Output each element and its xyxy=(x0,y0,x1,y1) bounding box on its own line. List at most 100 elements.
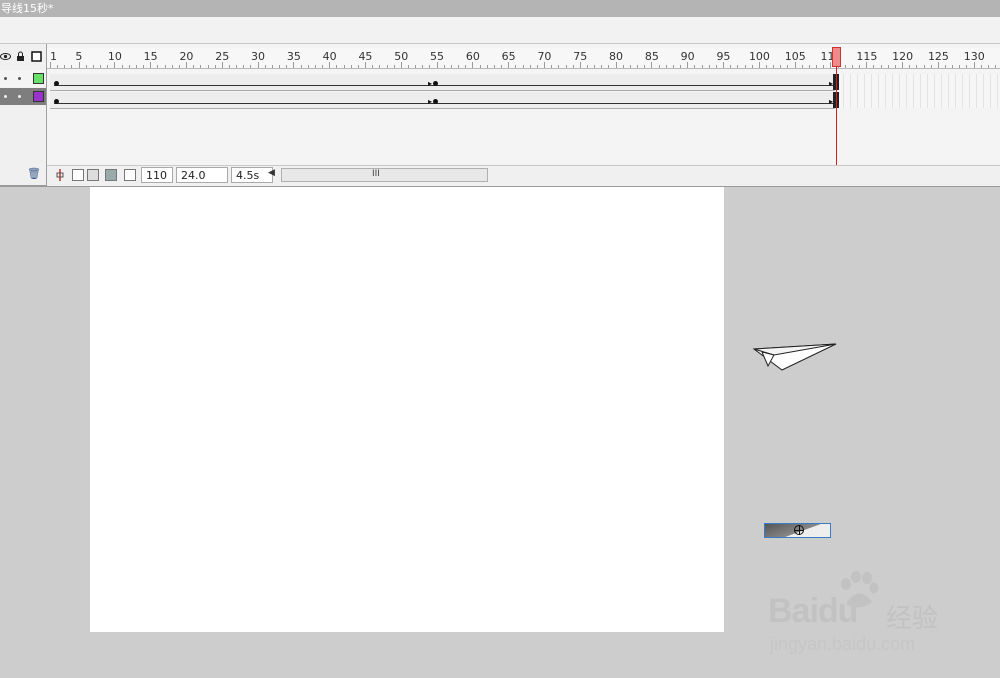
ruler-tick xyxy=(422,65,424,68)
ruler-tick xyxy=(501,65,503,68)
layer-row-plane[interactable] xyxy=(0,88,46,105)
ruler-label: 1 xyxy=(50,50,57,63)
ruler-tick xyxy=(644,65,646,68)
ruler-tick xyxy=(458,65,460,68)
ruler-tick xyxy=(701,65,703,68)
ruler-tick xyxy=(493,65,495,68)
ruler-tick xyxy=(408,65,409,68)
onion-outline-icon[interactable] xyxy=(87,169,99,181)
ruler-tick xyxy=(787,65,789,68)
toolbar-strip xyxy=(0,17,1000,44)
ruler-tick xyxy=(515,65,517,68)
playhead-line xyxy=(836,66,837,165)
ruler-label: 30 xyxy=(251,50,266,63)
ruler-tick xyxy=(629,65,631,68)
ruler-tick xyxy=(71,65,73,68)
empty-frames-grid[interactable] xyxy=(837,74,1000,108)
ruler-tick xyxy=(107,65,109,68)
ruler-tick xyxy=(894,65,896,68)
ruler-label: 50 xyxy=(394,50,409,63)
layer-track-plane[interactable]: ▸ ▸ xyxy=(50,92,835,109)
scroll-left-arrow-icon[interactable]: ◀ xyxy=(268,168,275,178)
ruler-tick xyxy=(637,65,639,68)
layer-color-swatch[interactable] xyxy=(33,91,44,102)
layer-color-swatch[interactable] xyxy=(33,73,44,84)
keyframe-dot[interactable] xyxy=(433,99,438,104)
keyframe-dot[interactable] xyxy=(54,99,59,104)
ruler-tick xyxy=(987,65,989,68)
ruler-label: 10 xyxy=(107,50,122,63)
ruler-tick xyxy=(264,65,266,68)
lock-dot[interactable] xyxy=(18,95,21,98)
center-frame-icon[interactable] xyxy=(54,169,66,181)
ruler-tick xyxy=(558,65,560,68)
motion-guide-object[interactable] xyxy=(764,523,831,538)
ruler-tick xyxy=(57,65,59,68)
eye-icon[interactable] xyxy=(0,51,11,62)
stage-canvas[interactable] xyxy=(90,187,724,632)
ruler-tick xyxy=(851,65,853,68)
ruler-tick xyxy=(816,65,818,68)
playhead[interactable] xyxy=(832,47,841,67)
registration-point-icon[interactable] xyxy=(794,525,804,535)
ruler-tick xyxy=(128,65,130,68)
paper-plane-symbol[interactable] xyxy=(752,342,838,374)
ruler-tick xyxy=(672,65,674,68)
ruler-tick xyxy=(959,65,961,68)
ruler-label: 120 xyxy=(892,50,914,63)
timeline-status-bar: 110 24.0 fps 4.5s ◀ III xyxy=(47,165,1000,198)
ruler-tick xyxy=(85,65,87,68)
window-titlebar: 导线15秒* xyxy=(0,0,1000,17)
ruler-tick xyxy=(708,65,710,68)
ruler-tick xyxy=(243,65,245,68)
ruler-tick xyxy=(823,65,825,68)
edit-multiple-icon[interactable] xyxy=(105,169,117,181)
layer-track-guide[interactable]: ▸ ▸ xyxy=(50,74,835,91)
visibility-dot[interactable] xyxy=(4,95,7,98)
ruler-tick xyxy=(658,65,660,68)
ruler-tick xyxy=(665,65,667,68)
scroll-grip[interactable]: III xyxy=(372,169,380,179)
lock-icon[interactable] xyxy=(15,51,26,62)
ruler-tick xyxy=(322,65,324,68)
modify-markers-icon[interactable] xyxy=(124,169,136,181)
ruler-label: 85 xyxy=(644,50,659,63)
ruler-tick xyxy=(923,65,925,68)
frame-area[interactable]: 1 5 10 15 20 25 30 35 40 45 50 55 60 65 70 75 80 85 90 95 10… xyxy=(47,44,1000,165)
frame-rate-field[interactable]: 24.0 fps xyxy=(176,167,228,198)
ruler-tick xyxy=(980,65,982,68)
outline-icon[interactable] xyxy=(31,51,42,62)
ruler-tick xyxy=(350,65,352,68)
ruler-tick xyxy=(193,65,195,68)
timeline-scrollbar[interactable]: ◀ III xyxy=(268,168,488,182)
visibility-dot[interactable] xyxy=(4,77,7,80)
ruler-tick xyxy=(873,65,875,68)
layer-row-guide[interactable] xyxy=(0,70,46,87)
ruler-tick xyxy=(429,65,431,68)
ruler-tick xyxy=(479,65,481,68)
ruler-label: 5 xyxy=(75,50,83,63)
ruler-tick xyxy=(486,65,488,68)
ruler-tick xyxy=(64,65,66,68)
lock-dot[interactable] xyxy=(18,77,21,80)
keyframe-dot[interactable] xyxy=(433,81,438,86)
ruler-tick xyxy=(386,65,388,68)
onion-skin-icon[interactable] xyxy=(72,169,84,181)
baidu-watermark: Baidu 经验 jingyan.baidu.com xyxy=(768,570,998,660)
ruler-label: 35 xyxy=(286,50,301,63)
frame-ruler[interactable]: 1 5 10 15 20 25 30 35 40 45 50 55 60 65 70 75 80 85 90 95 10… xyxy=(47,48,1000,69)
ruler-tick xyxy=(930,65,932,68)
ruler-tick xyxy=(379,65,381,68)
ruler-tick xyxy=(157,65,159,68)
ruler-tick xyxy=(773,65,775,68)
ruler-tick xyxy=(300,65,302,68)
ruler-tick xyxy=(135,65,137,68)
ruler-label: 75 xyxy=(573,50,588,63)
tween-arrow: ▸ xyxy=(428,79,433,88)
ruler-tick xyxy=(171,65,173,68)
ruler-label: 25 xyxy=(215,50,230,63)
trash-icon[interactable]: 🗑 xyxy=(27,167,41,180)
window-title: 导线15秒* xyxy=(1,2,54,15)
keyframe-dot[interactable] xyxy=(54,81,59,86)
ruler-tick xyxy=(916,65,918,68)
